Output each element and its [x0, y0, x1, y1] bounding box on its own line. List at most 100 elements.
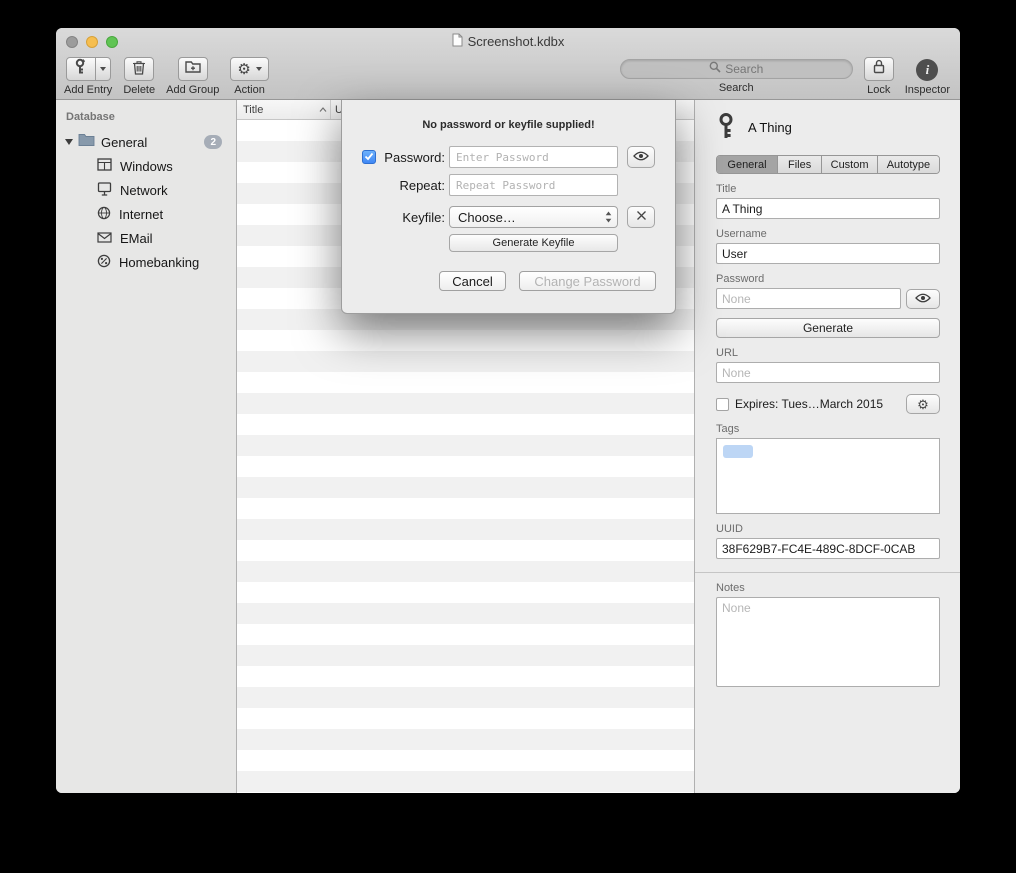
clear-keyfile-button[interactable] — [627, 206, 655, 228]
title-field[interactable] — [716, 198, 940, 219]
search-input[interactable]: Search — [620, 59, 853, 79]
info-icon: i — [926, 62, 930, 78]
toolbar-item-search: Search Search — [620, 57, 853, 94]
uuid-field[interactable] — [716, 538, 940, 559]
generate-password-button[interactable]: Generate — [716, 318, 940, 338]
tags-input[interactable] — [716, 438, 940, 514]
cancel-button[interactable]: Cancel — [439, 271, 506, 291]
sort-ascending-icon — [319, 107, 327, 112]
add-group-button[interactable] — [178, 57, 208, 81]
eye-icon — [915, 290, 931, 308]
sidebar-item-label: Network — [120, 183, 168, 198]
generate-keyfile-button[interactable]: Generate Keyfile — [449, 234, 618, 252]
sidebar-header: Database — [56, 108, 236, 130]
username-field-label: Username — [716, 228, 940, 240]
toolbar-item-add-entry: Add Entry — [64, 57, 112, 99]
notes-field[interactable] — [716, 597, 940, 687]
entry-count-badge: 2 — [204, 135, 222, 149]
expires-label: Expires: Tues…March 2015 — [735, 397, 900, 411]
sidebar-item-windows[interactable]: Windows — [56, 154, 236, 178]
uuid-label: UUID — [716, 523, 940, 535]
divider — [695, 572, 960, 573]
chevron-down-icon — [256, 67, 262, 71]
add-entry-menu-button[interactable] — [96, 57, 111, 81]
tab-general[interactable]: General — [717, 156, 777, 173]
url-field-label: URL — [716, 347, 940, 359]
toolbar-item-delete: Delete — [123, 57, 155, 99]
reveal-password-button[interactable] — [627, 146, 655, 168]
delete-button[interactable] — [124, 57, 154, 81]
toolbar-item-inspector: i Inspector — [905, 57, 950, 96]
reveal-password-button[interactable] — [906, 289, 940, 309]
tab-autotype[interactable]: Autotype — [877, 156, 939, 173]
repeat-row: Repeat: — [362, 174, 618, 196]
toolbar-label: Delete — [123, 84, 155, 96]
disclosure-triangle-icon[interactable] — [65, 139, 73, 145]
column-header-title[interactable]: Title — [237, 100, 331, 119]
eye-icon — [633, 148, 649, 166]
sidebar: Database General 2 Windows Network — [56, 100, 237, 793]
action-button[interactable]: ⚙ — [230, 57, 268, 81]
enter-password-input[interactable] — [449, 146, 618, 168]
password-checkbox[interactable] — [362, 150, 376, 164]
tab-files[interactable]: Files — [777, 156, 821, 173]
gear-icon: ⚙ — [237, 62, 250, 77]
toolbar: Add Entry Delete — [56, 55, 960, 99]
sidebar-item-internet[interactable]: Internet — [56, 202, 236, 226]
change-password-button[interactable]: Change Password — [519, 271, 656, 291]
password-row: Password: — [362, 146, 655, 168]
change-password-dialog: No password or keyfile supplied! Passwor… — [341, 100, 676, 314]
globe-icon — [97, 206, 111, 223]
key-icon — [716, 112, 736, 143]
expires-settings-button[interactable]: ⚙ — [906, 394, 940, 414]
repeat-password-input[interactable] — [449, 174, 618, 196]
coins-icon — [97, 254, 111, 271]
username-field[interactable] — [716, 243, 940, 264]
sidebar-group-general[interactable]: General 2 — [56, 130, 236, 154]
keyfile-row: Keyfile: Choose… — [362, 206, 655, 228]
window-title-bar: Screenshot.kdbx — [56, 28, 960, 55]
inspector-tabs: General Files Custom Autotype — [716, 155, 940, 174]
inspector-entry-header: A Thing — [716, 111, 940, 143]
keyfile-dropdown-value: Choose… — [458, 210, 516, 225]
windows-icon — [97, 158, 112, 174]
url-field[interactable] — [716, 362, 940, 383]
stepper-arrows-icon — [605, 211, 612, 223]
app-window: Screenshot.kdbx Add Entry — [56, 28, 960, 793]
toolbar-label: Add Entry — [64, 84, 112, 96]
sidebar-item-email[interactable]: EMail — [56, 226, 236, 250]
title-field-label: Title — [716, 183, 940, 195]
toolbar-item-lock: Lock — [864, 57, 894, 96]
sidebar-item-label: Homebanking — [119, 255, 199, 270]
sidebar-item-label: Internet — [119, 207, 163, 222]
envelope-icon — [97, 231, 112, 246]
password-field[interactable] — [716, 288, 901, 309]
display-icon — [97, 182, 112, 199]
tab-custom[interactable]: Custom — [821, 156, 877, 173]
toolbar-label: Search — [719, 82, 754, 94]
tag-chip[interactable] — [723, 445, 753, 458]
repeat-label: Repeat: — [362, 178, 445, 193]
expires-checkbox[interactable] — [716, 398, 729, 411]
keyfile-dropdown[interactable]: Choose… — [449, 206, 618, 228]
sidebar-group-label: General — [101, 135, 147, 150]
password-label: Password: — [380, 150, 445, 165]
dialog-message: No password or keyfile supplied! — [342, 119, 675, 131]
sidebar-item-network[interactable]: Network — [56, 178, 236, 202]
keyfile-label: Keyfile: — [362, 210, 445, 225]
password-field-label: Password — [716, 273, 940, 285]
chevron-down-icon — [100, 67, 106, 71]
sidebar-item-homebanking[interactable]: Homebanking — [56, 250, 236, 274]
add-entry-button[interactable] — [66, 57, 96, 81]
window-chrome: Screenshot.kdbx Add Entry — [56, 28, 960, 100]
toolbar-label: Lock — [867, 84, 890, 96]
toolbar-item-action: ⚙ Action — [230, 57, 268, 99]
lock-button[interactable] — [864, 57, 894, 81]
toolbar-label: Action — [234, 84, 265, 96]
tags-label: Tags — [716, 423, 940, 435]
toolbar-item-add-group: Add Group — [166, 57, 219, 99]
sidebar-item-label: Windows — [120, 159, 173, 174]
inspector-toggle-button[interactable]: i — [916, 59, 938, 81]
key-plus-icon — [73, 58, 89, 80]
search-placeholder: Search — [725, 62, 763, 76]
